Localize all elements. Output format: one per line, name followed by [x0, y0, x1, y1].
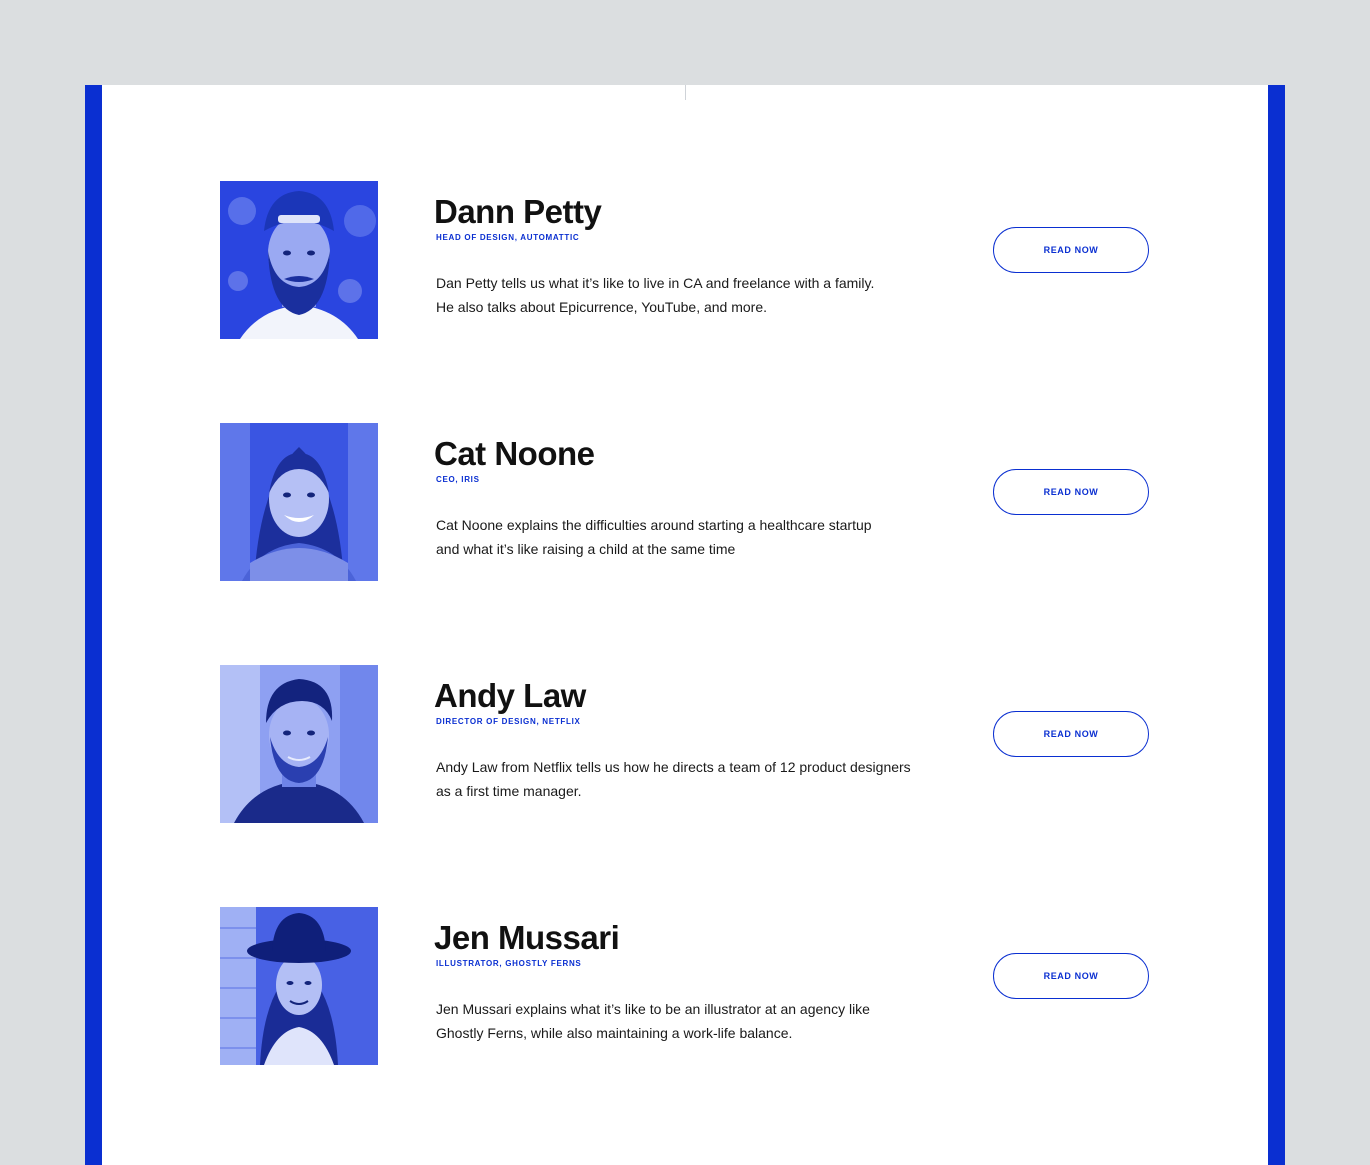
- person-description: Jen Mussari explains what it’s like to b…: [436, 998, 916, 1045]
- person-role: DIRECTOR OF DESIGN, NETFLIX: [436, 717, 581, 726]
- person-role: CEO, IRIS: [436, 475, 480, 484]
- person-name: Andy Law: [434, 677, 586, 714]
- read-now-button[interactable]: READ NOW: [993, 469, 1149, 515]
- description-line: Ghostly Ferns, while also maintaining a …: [436, 1024, 793, 1041]
- description-line: Dan Petty tells us what it’s like to liv…: [436, 275, 875, 291]
- read-now-button[interactable]: READ NOW: [993, 227, 1149, 273]
- person-description: Cat Noone explains the difficulties arou…: [436, 514, 916, 561]
- portrait-man-cap-beard-icon: [220, 181, 378, 339]
- portrait-woman-hat-icon: [220, 907, 378, 1065]
- description-line: He also talks about Epicurrence, YouTube…: [436, 298, 768, 315]
- description-line: and what it’s like raising a child at th…: [436, 540, 736, 557]
- person-card: Dann Petty HEAD OF DESIGN, AUTOMATTIC Da…: [102, 181, 1268, 341]
- person-card: Jen Mussari ILLUSTRATOR, GHOSTLY FERNS J…: [102, 907, 1268, 1067]
- person-card: Andy Law DIRECTOR OF DESIGN, NETFLIX And…: [102, 665, 1268, 825]
- person-description: Dan Petty tells us what it’s like to liv…: [436, 272, 916, 319]
- read-now-button[interactable]: READ NOW: [993, 953, 1149, 999]
- portrait-man-beard-icon: [220, 665, 378, 823]
- read-now-button[interactable]: READ NOW: [993, 711, 1149, 757]
- person-card: Cat Noone CEO, IRIS Cat Noone explains t…: [102, 423, 1268, 583]
- page-frame: Dann Petty HEAD OF DESIGN, AUTOMATTIC Da…: [85, 85, 1285, 1165]
- person-name: Jen Mussari: [434, 919, 620, 956]
- description-line: Andy Law from Netflix tells us how he di…: [436, 759, 911, 775]
- divider-tick: [685, 85, 686, 100]
- person-description: Andy Law from Netflix tells us how he di…: [436, 756, 916, 803]
- person-role: ILLUSTRATOR, GHOSTLY FERNS: [436, 959, 582, 968]
- content-panel: Dann Petty HEAD OF DESIGN, AUTOMATTIC Da…: [102, 85, 1268, 1165]
- description-line: Cat Noone explains the difficulties arou…: [436, 517, 872, 533]
- person-role: HEAD OF DESIGN, AUTOMATTIC: [436, 233, 580, 242]
- description-line: as a first time manager.: [436, 782, 582, 799]
- description-line: Jen Mussari explains what it’s like to b…: [436, 1001, 870, 1017]
- person-name: Dann Petty: [434, 193, 602, 230]
- person-name: Cat Noone: [434, 435, 595, 472]
- portrait-woman-smiling-icon: [220, 423, 378, 581]
